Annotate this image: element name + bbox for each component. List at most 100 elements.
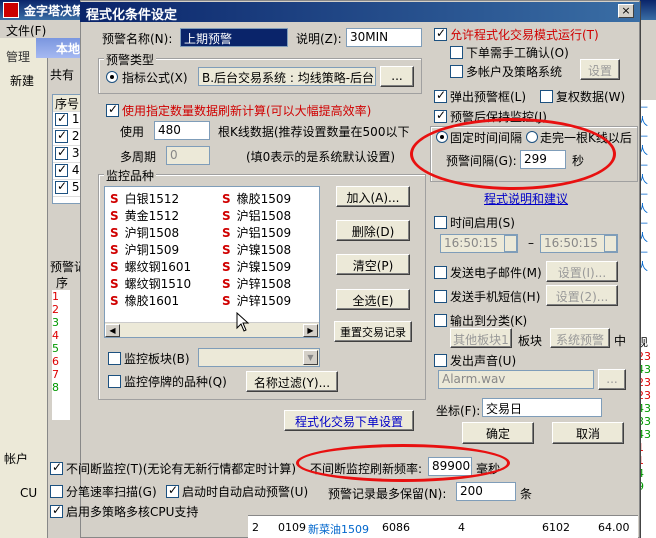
signal-s-icon: S bbox=[222, 226, 231, 240]
keep-monitor-checkbox[interactable] bbox=[434, 108, 447, 123]
manual-confirm-checkbox[interactable] bbox=[450, 46, 463, 59]
multicore-label: 启用多策略多核CPU支持 bbox=[66, 505, 199, 519]
menu-file[interactable]: 文件(F) bbox=[0, 20, 80, 38]
list-item[interactable]: S 橡胶1509 bbox=[222, 190, 291, 207]
sound-label: 发出声音(U) bbox=[450, 354, 517, 368]
popup-checkbox[interactable] bbox=[434, 88, 447, 103]
monitor-list-scrollbar[interactable]: ◀ ▶ bbox=[105, 322, 319, 337]
add-button[interactable]: 加入(A)... bbox=[336, 186, 410, 207]
list-item[interactable]: S 沪镍1509 bbox=[222, 258, 291, 275]
delete-button[interactable]: 删除(D) bbox=[336, 220, 410, 241]
email-label: 发送电子邮件(M) bbox=[450, 266, 542, 280]
chevron-down-icon[interactable]: ▼ bbox=[303, 350, 318, 365]
close-icon[interactable]: × bbox=[618, 4, 634, 18]
signal-s-icon: S bbox=[110, 277, 119, 291]
clear-button[interactable]: 清空(P) bbox=[336, 254, 410, 275]
bottom-data-row: 2 0109 新菜油1509 6086 4 6102 64.00 bbox=[248, 515, 638, 538]
indicator-input[interactable]: B.后台交易系统 : 均线策略-后台 bbox=[198, 67, 376, 86]
tab-new[interactable]: 新建 bbox=[10, 72, 34, 89]
mid-label: 中 bbox=[614, 334, 627, 348]
sound-file-input[interactable]: Alarm.wav bbox=[438, 370, 594, 389]
monitor-stopped-checkbox[interactable] bbox=[108, 375, 121, 388]
system-alert-button[interactable]: 系统预警 bbox=[550, 328, 610, 348]
reset-record-button[interactable]: 重置交易记录 bbox=[334, 321, 412, 342]
signal-s-icon: S bbox=[110, 243, 119, 257]
signal-s-icon: S bbox=[222, 209, 231, 223]
row-checkbox[interactable] bbox=[55, 162, 68, 177]
list-item-label: 沪铜1509 bbox=[124, 243, 180, 257]
row-number: 5 bbox=[71, 180, 80, 194]
ok-button[interactable]: 确定 bbox=[462, 422, 534, 444]
sms-label: 发送手机短信(H) bbox=[450, 290, 541, 304]
time-to-spinner[interactable] bbox=[604, 235, 617, 252]
multi-account-settings-button[interactable]: 设置 bbox=[580, 59, 620, 80]
time-from-spinner[interactable] bbox=[504, 235, 517, 252]
list-item[interactable]: S 沪镍1508 bbox=[222, 241, 291, 258]
list-item[interactable]: S 沪锌1508 bbox=[222, 275, 291, 292]
signal-s-icon: S bbox=[222, 277, 231, 291]
desc-input[interactable]: 30MIN bbox=[346, 28, 422, 47]
list-item-label: 螺纹钢1601 bbox=[124, 260, 192, 274]
list-item[interactable]: S 橡胶1601 bbox=[110, 292, 179, 309]
alert-record-input[interactable]: 200 bbox=[456, 482, 516, 501]
multicore-checkbox[interactable] bbox=[50, 503, 63, 518]
list-item-label: 橡胶1509 bbox=[236, 192, 292, 206]
coord-select[interactable]: 交易日 bbox=[482, 398, 602, 417]
sound-browse-button[interactable]: ... bbox=[598, 369, 626, 390]
time-enable-checkbox[interactable] bbox=[434, 216, 447, 229]
program-help-link[interactable]: 程式说明和建议 bbox=[484, 190, 568, 207]
signal-s-icon: S bbox=[110, 260, 119, 274]
scroll-left-icon[interactable]: ◀ bbox=[105, 324, 120, 337]
indicator-browse-button[interactable]: ... bbox=[380, 66, 414, 87]
list-item-label: 螺纹钢1510 bbox=[124, 277, 192, 291]
signal-s-icon: S bbox=[222, 294, 231, 308]
row-checkbox[interactable] bbox=[55, 128, 68, 143]
email-settings-button[interactable]: 设置(I)... bbox=[546, 261, 618, 282]
monitor-block-select[interactable]: ▼ bbox=[198, 348, 320, 367]
alert-type-group-title: 预警类型 bbox=[104, 51, 157, 68]
program-order-settings-button[interactable]: 程式化交易下单设置 bbox=[284, 410, 414, 431]
row-checkbox[interactable] bbox=[55, 145, 68, 160]
use-count-label: 使用指定数量数据刷新计算(可以大幅提高效率) bbox=[122, 104, 372, 118]
review-checkbox[interactable] bbox=[540, 90, 553, 103]
indicator-radio[interactable] bbox=[106, 71, 118, 83]
continuous-checkbox[interactable] bbox=[50, 460, 63, 475]
list-item[interactable]: S 白银1512 bbox=[110, 190, 179, 207]
multi-period-input[interactable]: 0 bbox=[166, 146, 210, 165]
multi-account-checkbox[interactable] bbox=[450, 65, 463, 78]
list-item[interactable]: S 螺纹钢1510 bbox=[110, 275, 191, 292]
row-checkbox[interactable] bbox=[55, 111, 68, 126]
select-all-button[interactable]: 全选(E) bbox=[336, 289, 410, 310]
list-item[interactable]: S 沪铜1509 bbox=[110, 241, 179, 258]
allow-program-checkbox[interactable] bbox=[434, 26, 447, 41]
other-block-button[interactable]: 其他板块1 bbox=[450, 328, 512, 348]
list-item[interactable]: S 黄金1512 bbox=[110, 207, 179, 224]
use-count-input[interactable]: 480 bbox=[154, 121, 210, 140]
list-item[interactable]: S 沪锌1509 bbox=[222, 292, 291, 309]
list-item[interactable]: S 沪铜1508 bbox=[110, 224, 179, 241]
row-number: 1 bbox=[71, 112, 80, 126]
sound-checkbox[interactable] bbox=[434, 354, 447, 367]
list-item[interactable]: S 螺纹钢1601 bbox=[110, 258, 191, 275]
list-item[interactable]: S 沪铝1509 bbox=[222, 224, 291, 241]
monitor-block-checkbox[interactable] bbox=[108, 352, 121, 365]
cell: 64.00 bbox=[598, 521, 630, 534]
name-filter-button[interactable]: 名称过滤(Y)... bbox=[246, 371, 338, 392]
alert-name-input[interactable]: 上期预警 bbox=[180, 28, 288, 47]
row-checkbox[interactable] bbox=[55, 179, 68, 194]
time-dash: – bbox=[528, 236, 534, 250]
scroll-right-icon[interactable]: ▶ bbox=[303, 324, 318, 337]
cancel-button[interactable]: 取消 bbox=[552, 422, 624, 444]
cell: 2 bbox=[52, 303, 59, 316]
seq-header-2: 序 bbox=[56, 276, 69, 290]
output-category-checkbox[interactable] bbox=[434, 314, 447, 327]
tick-scan-checkbox[interactable] bbox=[50, 485, 63, 498]
sms-checkbox[interactable] bbox=[434, 290, 447, 303]
email-checkbox[interactable] bbox=[434, 266, 447, 279]
list-item[interactable]: S 沪铝1508 bbox=[222, 207, 291, 224]
use-count-checkbox[interactable] bbox=[106, 102, 119, 117]
alert-record-label: 预警记录最多保留(N): bbox=[328, 487, 447, 501]
auto-start-checkbox[interactable] bbox=[166, 483, 179, 498]
sms-settings-button[interactable]: 设置(2)... bbox=[546, 285, 618, 306]
cell: 7 bbox=[52, 368, 59, 381]
